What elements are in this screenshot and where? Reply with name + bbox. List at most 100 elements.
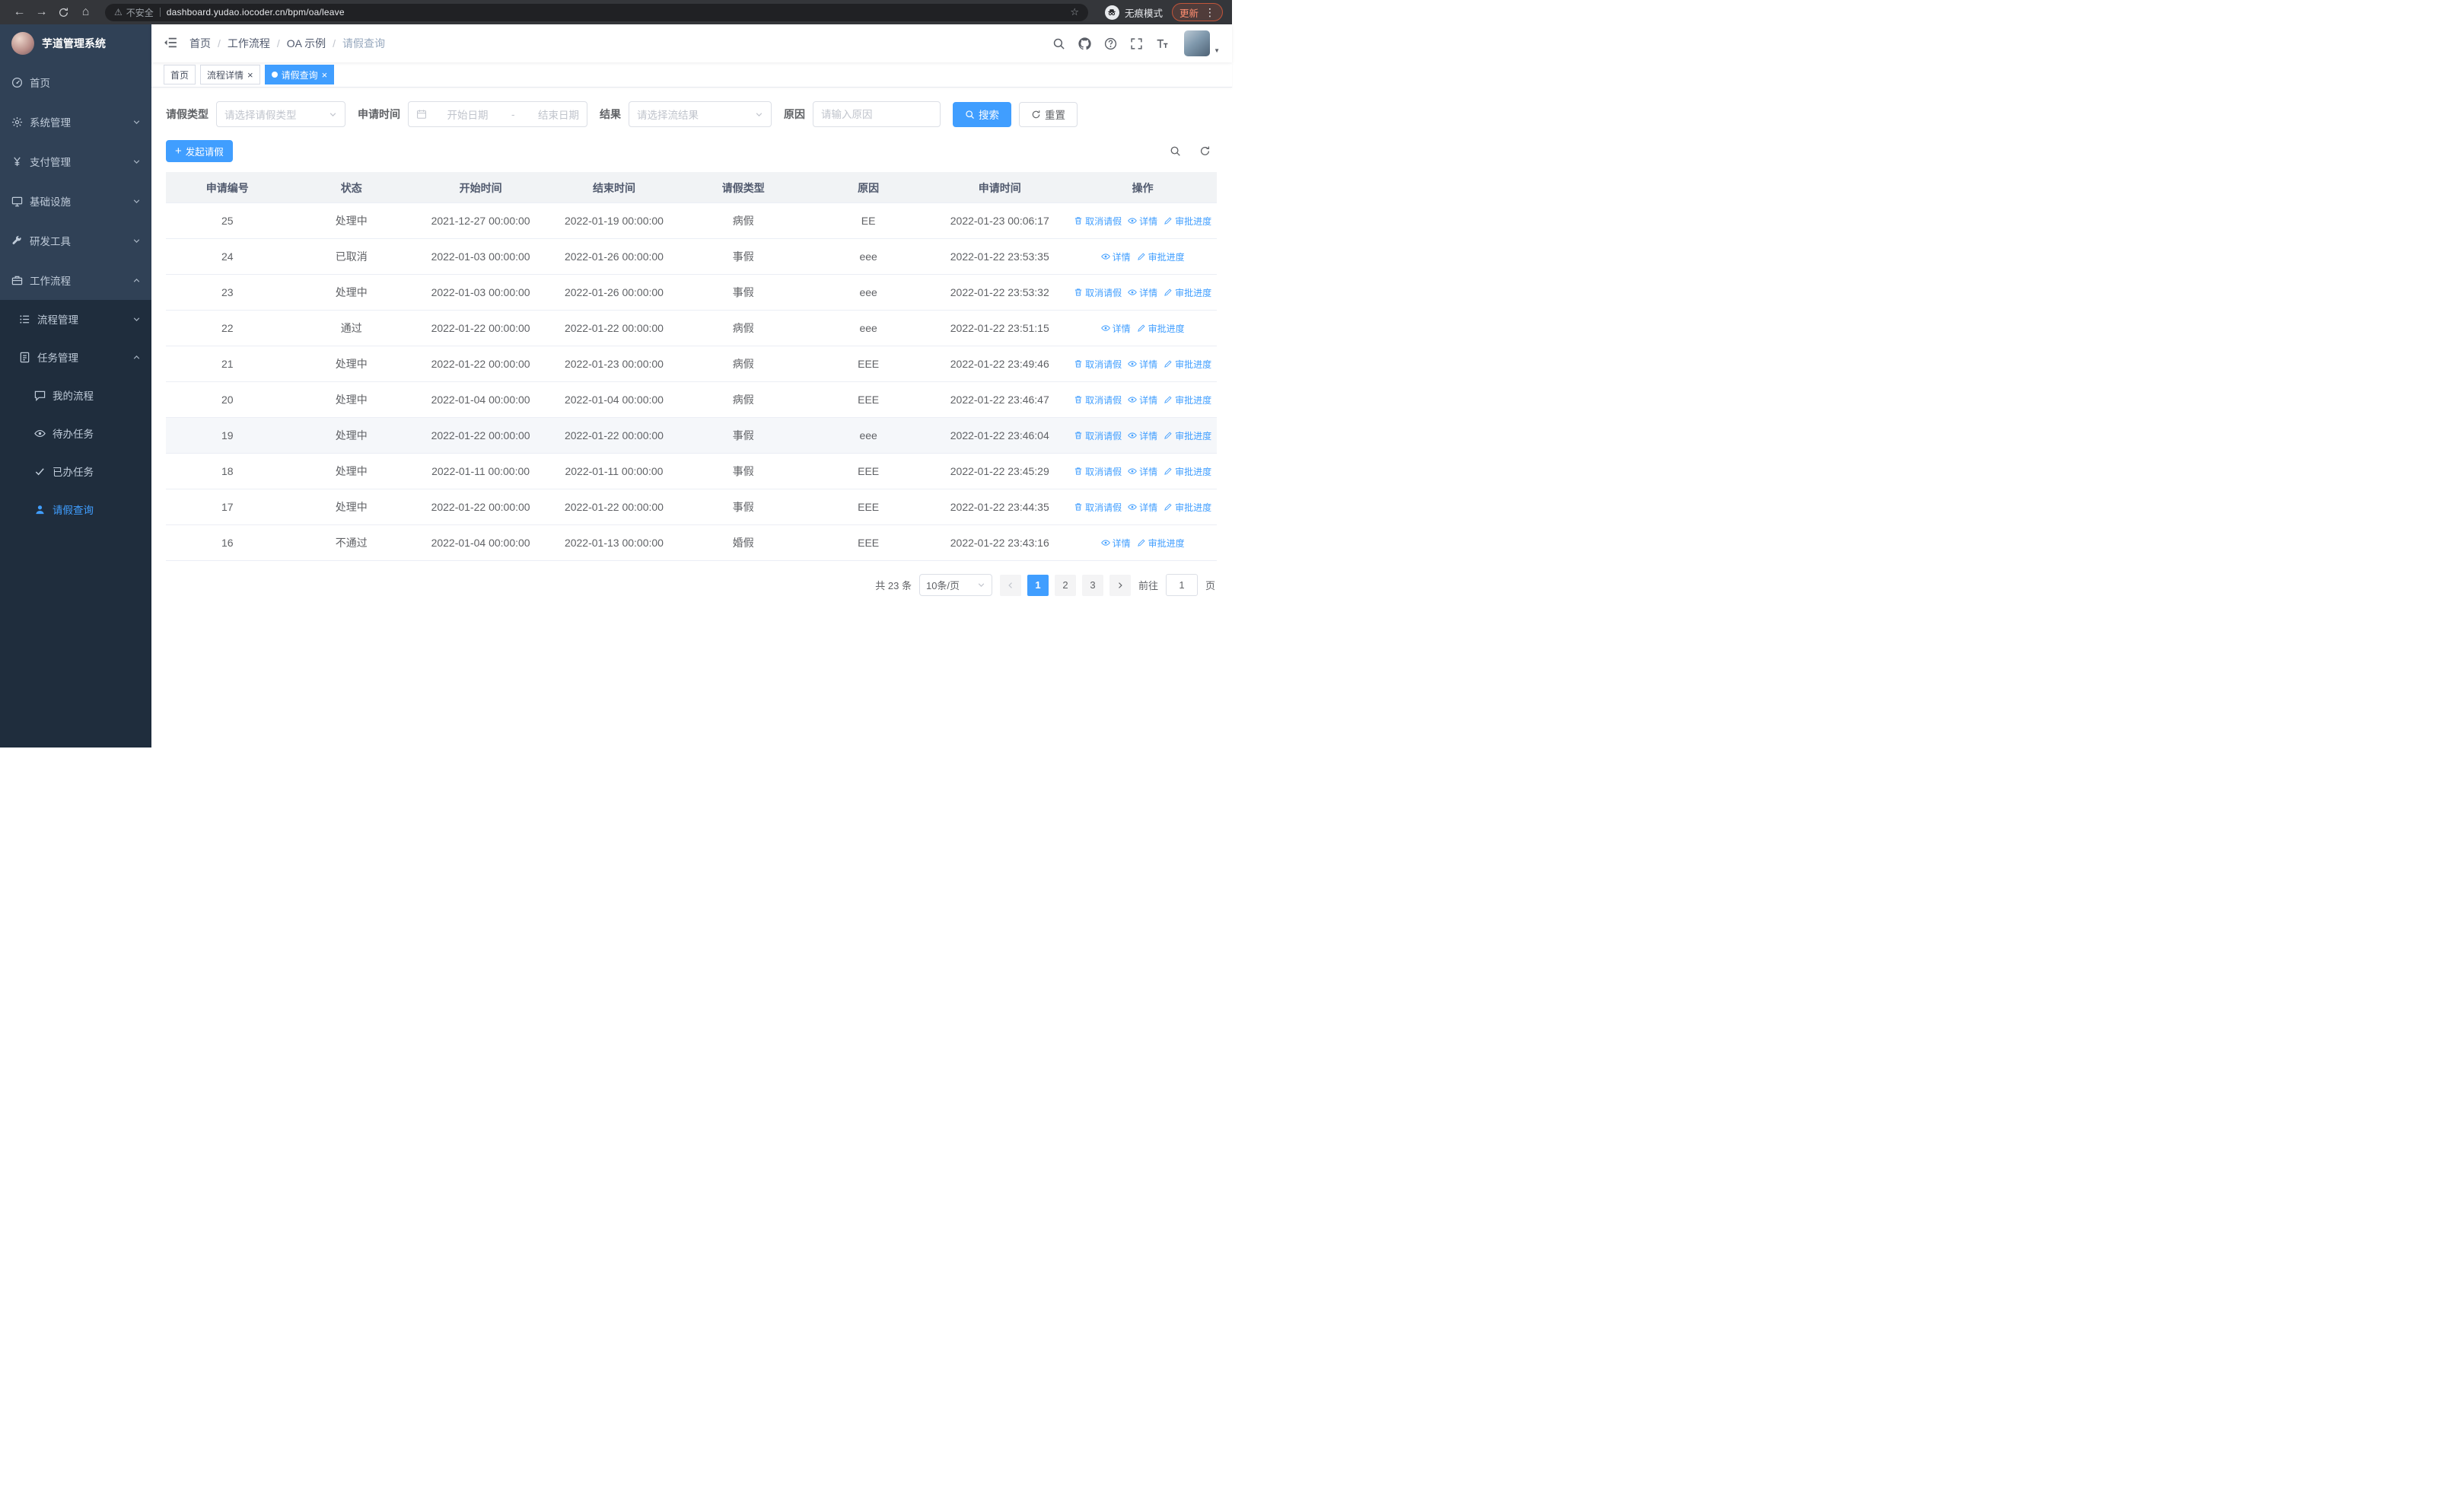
- url-text[interactable]: dashboard.yudao.iocoder.cn/bpm/oa/leave: [167, 7, 1065, 18]
- detail-action-link[interactable]: 详情: [1128, 358, 1157, 371]
- sidebar-logo[interactable]: 芋道管理系统: [0, 24, 151, 62]
- progress-action-link[interactable]: 审批进度: [1137, 250, 1185, 263]
- eye-icon: [1128, 288, 1137, 297]
- table-header-row: 申请编号 状态 开始时间 结束时间 请假类型 原因 申请时间 操作: [166, 172, 1217, 203]
- progress-action-link[interactable]: 审批进度: [1137, 537, 1185, 550]
- sidebar-item-workflow[interactable]: 工作流程: [0, 260, 151, 300]
- sidebar-item-my-process[interactable]: 我的流程: [0, 376, 151, 414]
- page-button-1[interactable]: 1: [1027, 574, 1049, 596]
- browser-menu-icon[interactable]: ⋮: [1205, 7, 1215, 18]
- search-icon[interactable]: [1052, 37, 1065, 50]
- table-row: 25 处理中 2021-12-27 00:00:00 2022-01-19 00:00…: [166, 202, 1217, 239]
- cancel-action-link[interactable]: 取消请假: [1074, 286, 1122, 299]
- forward-icon[interactable]: →: [31, 2, 52, 22]
- next-page-button[interactable]: [1109, 574, 1131, 596]
- result-select[interactable]: 请选择流结果: [629, 101, 772, 127]
- cell-status: 处理中: [288, 417, 414, 454]
- sidebar-item-system-mgmt[interactable]: 系统管理: [0, 102, 151, 142]
- help-icon[interactable]: [1103, 37, 1117, 50]
- sidebar-item-dev-tools[interactable]: 研发工具: [0, 221, 151, 260]
- cancel-action-link[interactable]: 取消请假: [1074, 429, 1122, 442]
- github-icon[interactable]: [1078, 37, 1091, 50]
- cell-start: 2022-01-22 00:00:00: [413, 489, 548, 525]
- detail-action-link[interactable]: 详情: [1128, 429, 1157, 442]
- search-toggle-icon[interactable]: [1166, 142, 1184, 161]
- sidebar-item-process-mgmt[interactable]: 流程管理: [0, 300, 151, 338]
- cancel-action-link[interactable]: 取消请假: [1074, 465, 1122, 478]
- progress-action-link[interactable]: 审批进度: [1164, 215, 1211, 228]
- detail-action-link[interactable]: 详情: [1128, 286, 1157, 299]
- apply-time-range[interactable]: 开始日期 - 结束日期: [408, 101, 587, 127]
- progress-action-link[interactable]: 审批进度: [1164, 465, 1211, 478]
- cancel-action-link[interactable]: 取消请假: [1074, 358, 1122, 371]
- sidebar-item-done-task[interactable]: 已办任务: [0, 452, 151, 490]
- font-size-icon[interactable]: [1155, 37, 1169, 50]
- trash-icon: [1074, 288, 1083, 297]
- page-button-3[interactable]: 3: [1081, 574, 1103, 596]
- refresh-icon[interactable]: [53, 2, 74, 22]
- detail-action-link[interactable]: 详情: [1100, 537, 1131, 550]
- progress-action-link[interactable]: 审批进度: [1164, 429, 1211, 442]
- update-label: 更新: [1179, 8, 1199, 19]
- search-icon: [966, 110, 974, 119]
- leave-type-select[interactable]: 请选择请假类型: [216, 101, 345, 127]
- prev-page-button[interactable]: [999, 574, 1021, 596]
- edit-icon: [1164, 467, 1173, 476]
- sidebar-item-label: 我的流程: [53, 390, 94, 402]
- breadcrumb-item[interactable]: 首页: [189, 36, 211, 51]
- create-leave-button[interactable]: + 发起请假: [166, 140, 233, 162]
- cancel-action-link[interactable]: 取消请假: [1074, 394, 1122, 406]
- page-size-select[interactable]: 10条/页: [918, 574, 992, 596]
- sidebar-item-task-mgmt[interactable]: 任务管理: [0, 338, 151, 376]
- tab-process-detail[interactable]: 流程详情 ×: [200, 65, 260, 84]
- detail-action-link[interactable]: 详情: [1100, 322, 1131, 335]
- user-menu[interactable]: ▼: [1184, 30, 1220, 56]
- goto-page-input[interactable]: [1165, 574, 1198, 596]
- filter-form: 请假类型 请选择请假类型 申请时间 开始日期 - 结束日期 结果 请选择流结果: [166, 101, 1217, 127]
- close-icon[interactable]: ×: [322, 70, 328, 80]
- cancel-action-link[interactable]: 取消请假: [1074, 215, 1122, 228]
- page-button-2[interactable]: 2: [1054, 574, 1076, 596]
- site-security[interactable]: ⚠ 不安全: [114, 6, 154, 19]
- sidebar-item-home[interactable]: 首页: [0, 62, 151, 102]
- breadcrumb-item[interactable]: OA 示例: [287, 36, 326, 51]
- detail-action-link[interactable]: 详情: [1128, 215, 1157, 228]
- tab-leave-query[interactable]: 请假查询 ×: [264, 65, 335, 84]
- hamburger-icon[interactable]: [164, 36, 179, 51]
- tab-home[interactable]: 首页: [164, 65, 196, 84]
- edit-icon: [1137, 252, 1146, 261]
- detail-action-link[interactable]: 详情: [1100, 250, 1131, 263]
- progress-action-link[interactable]: 审批进度: [1164, 394, 1211, 406]
- sidebar-item-leave-query[interactable]: 请假查询: [0, 490, 151, 528]
- progress-action-link[interactable]: 审批进度: [1137, 322, 1185, 335]
- back-icon[interactable]: ←: [9, 2, 30, 22]
- refresh-table-icon[interactable]: [1195, 142, 1214, 161]
- bookmark-star-icon[interactable]: ☆: [1070, 6, 1079, 18]
- close-icon[interactable]: ×: [247, 70, 253, 80]
- progress-action-link[interactable]: 审批进度: [1164, 358, 1211, 371]
- sidebar-item-todo-task[interactable]: 待办任务: [0, 414, 151, 452]
- fullscreen-icon[interactable]: [1129, 37, 1143, 50]
- update-button[interactable]: 更新 ⋮: [1171, 3, 1223, 21]
- table-row: 18 处理中 2022-01-11 00:00:00 2022-01-11 00:00…: [166, 453, 1217, 489]
- search-button[interactable]: 搜索: [953, 101, 1011, 127]
- reset-button[interactable]: 重置: [1019, 101, 1078, 127]
- sidebar-item-payment-mgmt[interactable]: 支付管理: [0, 142, 151, 181]
- reason-input[interactable]: [813, 101, 941, 127]
- detail-action-link[interactable]: 详情: [1128, 465, 1157, 478]
- detail-action-link[interactable]: 详情: [1128, 394, 1157, 406]
- cancel-action-link[interactable]: 取消请假: [1074, 501, 1122, 514]
- sidebar-item-label: 支付管理: [30, 157, 71, 168]
- total-count: 共 23 条: [875, 580, 912, 591]
- home-icon[interactable]: ⌂: [75, 2, 96, 22]
- sidebar-item-infrastructure[interactable]: 基础设施: [0, 181, 151, 221]
- progress-action-link[interactable]: 审批进度: [1164, 286, 1211, 299]
- detail-action-link[interactable]: 详情: [1128, 501, 1157, 514]
- breadcrumb-item[interactable]: 工作流程: [228, 36, 270, 51]
- trash-icon: [1074, 216, 1083, 225]
- url-bar[interactable]: ⚠ 不安全 dashboard.yudao.iocoder.cn/bpm/oa/…: [105, 3, 1088, 21]
- progress-action-link[interactable]: 审批进度: [1164, 501, 1211, 514]
- avatar[interactable]: [1184, 30, 1211, 56]
- eye-icon: [1100, 324, 1110, 333]
- cell-id: 18: [166, 453, 289, 489]
